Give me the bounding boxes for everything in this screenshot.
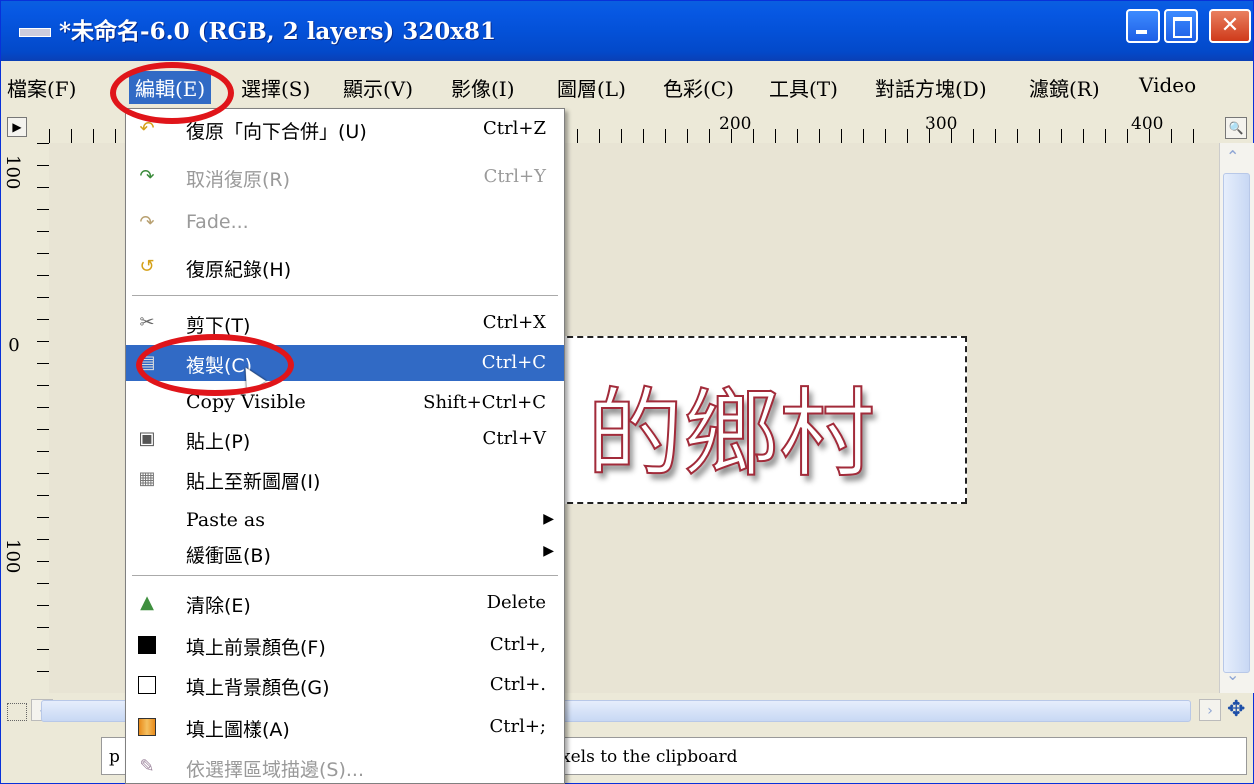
menu-item-label: 貼上至新圖層(I) — [186, 471, 321, 493]
menu-item-label: 清除(E) — [186, 595, 251, 617]
vertical-scroll-thumb[interactable] — [1223, 173, 1250, 673]
maximize-icon — [1166, 11, 1196, 41]
zoom-icon: 🔍 — [1228, 121, 1244, 135]
menu-item-label: 填上圖樣(A) — [186, 719, 290, 741]
menu-tools[interactable]: 工具(T) — [769, 73, 838, 102]
ruler-label-200: 200 — [719, 114, 752, 134]
menu-item-stroke-selection[interactable]: ✎ 依選擇區域描邊(S)... — [126, 749, 564, 783]
menu-item-label: 填上前景顏色(F) — [186, 637, 326, 659]
menu-file[interactable]: 檔案(F) — [7, 73, 76, 102]
maximize-button[interactable] — [1164, 9, 1198, 43]
ruler-label-400: 400 — [1131, 114, 1164, 134]
menu-item-label: Paste as — [186, 509, 266, 531]
scroll-down-icon[interactable]: ⌄ — [1226, 665, 1239, 684]
menu-item-paste[interactable]: ▣ 貼上(P) Ctrl+V — [126, 421, 564, 457]
menu-view[interactable]: 顯示(V) — [343, 73, 413, 102]
menu-image[interactable]: 影像(I) — [451, 73, 515, 102]
menu-item-label: 依選擇區域描邊(S)... — [186, 759, 365, 781]
scroll-up-icon[interactable]: ⌃ — [1226, 147, 1239, 166]
minimize-icon — [1128, 11, 1158, 41]
menu-item-shortcut: Ctrl+X — [482, 312, 546, 333]
menu-video[interactable]: Video — [1139, 73, 1196, 97]
menu-separator — [132, 575, 558, 577]
menu-item-shortcut: Delete — [486, 592, 546, 613]
menu-item-shortcut: Ctrl+, — [489, 634, 546, 655]
menu-select[interactable]: 選擇(S) — [241, 73, 310, 102]
menu-colors[interactable]: 色彩(C) — [663, 73, 734, 102]
menu-item-paste-as[interactable]: Paste as ▶ — [126, 503, 564, 539]
close-icon: ✕ — [1220, 13, 1240, 38]
quick-mask-menu-button[interactable]: ▶ — [7, 117, 27, 137]
vruler-label-0: 0 — [8, 335, 20, 356]
menu-item-shortcut: Shift+Ctrl+C — [423, 392, 546, 413]
vruler-label-100a: 100 — [2, 155, 23, 190]
vruler-label-100b: 100 — [2, 539, 23, 574]
pattern-icon — [136, 716, 158, 738]
menu-item-undo-history[interactable]: ↺ 復原紀錄(H) — [126, 249, 564, 285]
undo-history-icon: ↺ — [139, 256, 155, 277]
paste-icon: ▣ — [138, 428, 156, 449]
redo-icon: ↷ — [139, 166, 155, 187]
menu-item-label: Fade... — [186, 211, 249, 233]
stroke-icon: ✎ — [139, 756, 155, 777]
canvas-artwork-text: 的鄉村 — [586, 377, 876, 491]
edit-menu-dropdown: ↶ 復原「向下合併」(U) Ctrl+Z ↷ 取消復原(R) Ctrl+Y ↷ … — [125, 108, 565, 784]
fg-color-icon — [136, 634, 158, 656]
arrow-right-icon: ▶ — [12, 120, 22, 134]
menu-item-fade[interactable]: ↷ Fade... — [126, 205, 564, 241]
menu-separator — [132, 295, 558, 297]
menu-item-shortcut: Ctrl+C — [481, 352, 546, 373]
submenu-arrow-icon: ▶ — [543, 511, 554, 527]
image-layer-boundary[interactable]: 的鄉村 — [557, 336, 967, 504]
zoom-button[interactable]: 🔍 — [1225, 117, 1247, 139]
menu-item-redo[interactable]: ↷ 取消復原(R) Ctrl+Y — [126, 159, 564, 195]
annotation-circle-copy-item — [136, 334, 294, 396]
ruler-ticks-vertical — [37, 143, 49, 703]
bg-color-icon — [136, 674, 158, 696]
menu-item-label: 緩衝區(B) — [186, 545, 271, 567]
minimize-button[interactable] — [1126, 9, 1160, 43]
quick-mask-toggle-icon[interactable] — [7, 703, 27, 721]
vertical-scrollbar[interactable]: ⌃ ⌄ — [1219, 143, 1254, 693]
menu-item-label: 貼上(P) — [186, 431, 251, 453]
unit-menu-fragment[interactable]: p — [109, 747, 120, 767]
menu-item-fill-fg[interactable]: 填上前景顏色(F) Ctrl+, — [126, 627, 564, 663]
menu-item-fill-pattern[interactable]: 填上圖樣(A) Ctrl+; — [126, 709, 564, 745]
menu-item-shortcut: Ctrl+; — [489, 716, 546, 737]
menu-item-label: 復原紀錄(H) — [186, 259, 292, 281]
menu-item-buffer[interactable]: 緩衝區(B) ▶ — [126, 535, 564, 571]
menu-item-label: 取消復原(R) — [186, 169, 291, 191]
ruler-label-300: 300 — [925, 114, 958, 134]
close-button[interactable]: ✕ — [1209, 9, 1251, 43]
menu-dialogs[interactable]: 對話方塊(D) — [875, 73, 987, 102]
menu-item-shortcut: Ctrl+Z — [483, 118, 546, 139]
menu-item-shortcut: Ctrl+V — [482, 428, 546, 449]
vertical-ruler[interactable]: 100 0 100 — [1, 143, 50, 703]
menu-filters[interactable]: 濾鏡(R) — [1029, 73, 1100, 102]
menu-item-shortcut: Ctrl+Y — [483, 166, 546, 187]
title-bar: *未命名-6.0 (RGB, 2 layers) 320x81 ✕ — [1, 1, 1253, 61]
menu-item-label: 復原「向下合併」(U) — [186, 121, 367, 143]
submenu-arrow-icon: ▶ — [543, 543, 554, 559]
paste-layer-icon: ▦ — [138, 468, 156, 489]
menu-item-label: 填上背景顏色(G) — [186, 677, 330, 699]
menu-item-paste-new-layer[interactable]: ▦ 貼上至新圖層(I) — [126, 461, 564, 497]
menu-item-shortcut: Ctrl+. — [489, 674, 546, 695]
menu-layer[interactable]: 圖層(L) — [557, 73, 626, 102]
cut-icon: ✂ — [139, 312, 155, 333]
menu-item-clear[interactable]: ▲ 清除(E) Delete — [126, 585, 564, 621]
status-message: xels to the clipboard — [561, 747, 738, 767]
app-icon — [19, 28, 51, 37]
window-title: *未命名-6.0 (RGB, 2 layers) 320x81 — [59, 18, 497, 45]
menu-item-fill-bg[interactable]: 填上背景顏色(G) Ctrl+. — [126, 667, 564, 703]
annotation-circle-edit-menu — [110, 62, 234, 124]
navigate-icon[interactable]: ✥ — [1227, 697, 1245, 722]
scroll-right-icon[interactable]: › — [1199, 699, 1221, 721]
clear-icon: ▲ — [140, 592, 154, 613]
fade-icon: ↷ — [139, 212, 155, 233]
